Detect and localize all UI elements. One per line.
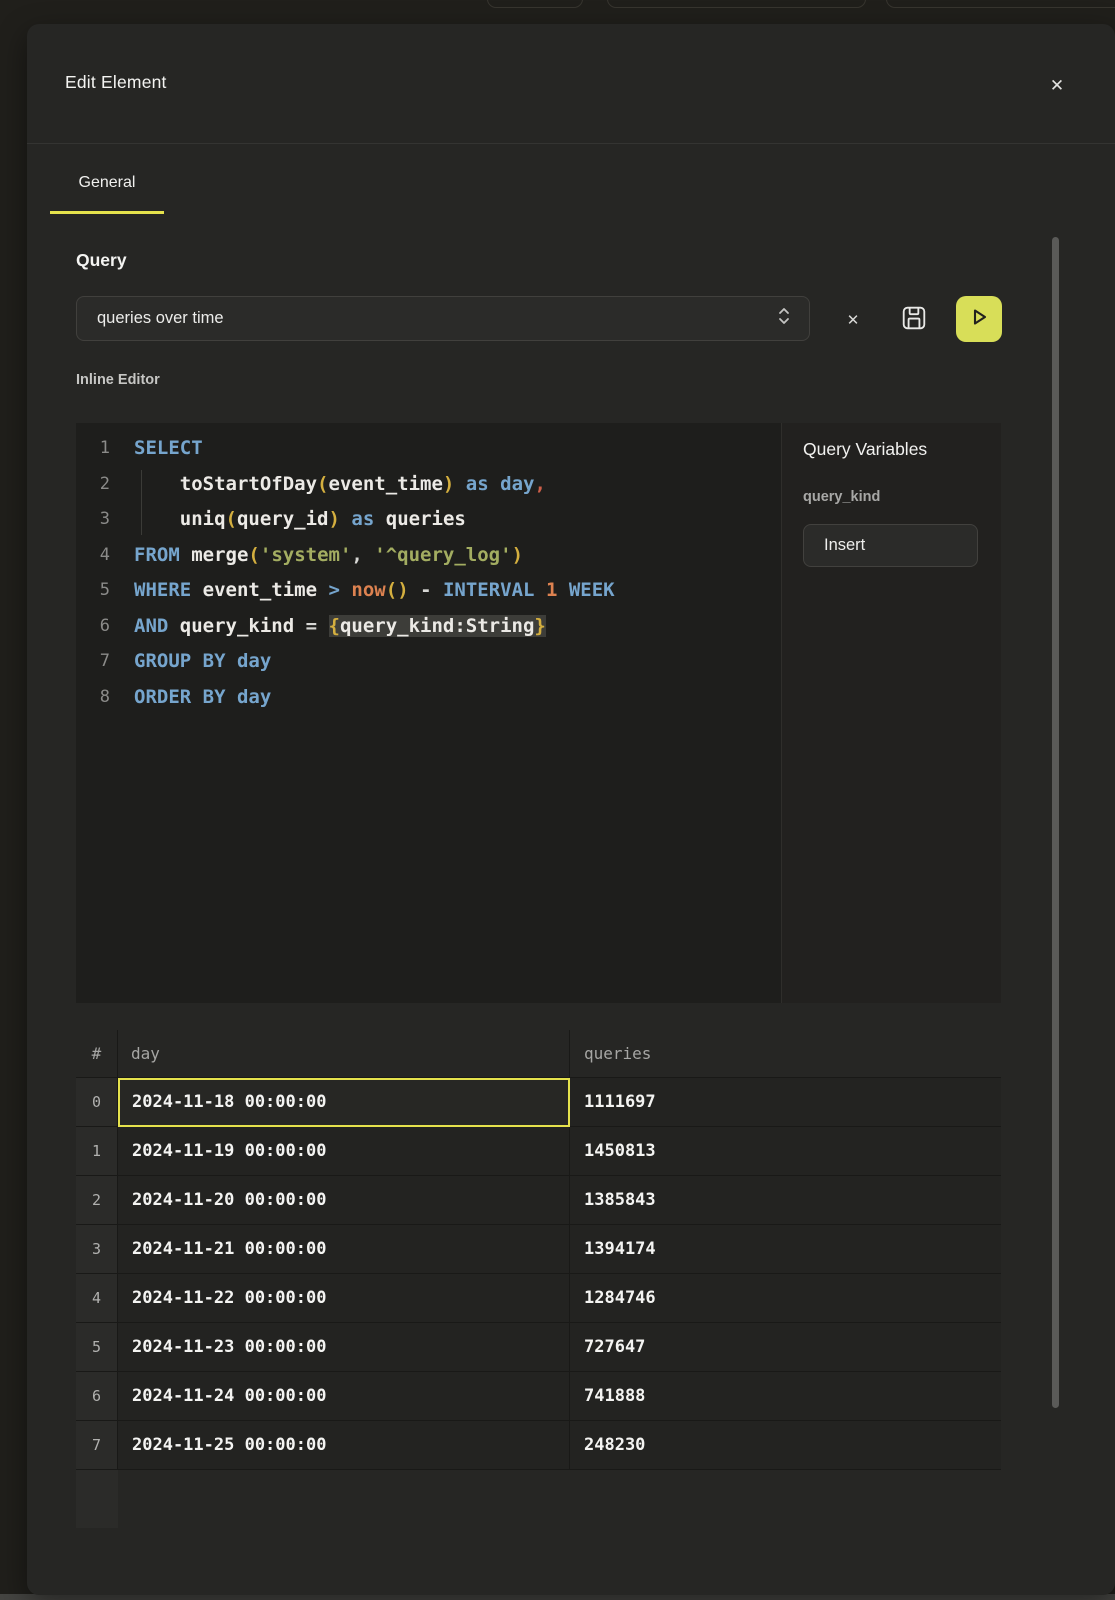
day-cell[interactable]: 2024-11-24 00:00:00 xyxy=(118,1372,570,1421)
queries-cell[interactable]: 248230 xyxy=(570,1421,1001,1470)
day-cell[interactable]: 2024-11-18 00:00:00 xyxy=(118,1078,570,1127)
query-variables-title: Query Variables xyxy=(803,439,927,460)
background-control xyxy=(886,0,1115,8)
run-query-button[interactable] xyxy=(956,296,1002,342)
query-select-value: queries over time xyxy=(97,309,777,328)
modal-title: Edit Element xyxy=(65,72,167,93)
code-line[interactable]: 2 toStartOfDay(event_time) as day, xyxy=(76,467,781,503)
play-icon xyxy=(967,305,991,334)
floppy-save-icon xyxy=(901,305,927,336)
day-cell[interactable]: 2024-11-23 00:00:00 xyxy=(118,1323,570,1372)
background-control xyxy=(607,0,866,8)
table-row: 72024-11-25 00:00:00248230 xyxy=(76,1421,1001,1470)
line-number: 8 xyxy=(76,680,110,716)
table-row: 12024-11-19 00:00:001450813 xyxy=(76,1127,1001,1176)
day-cell[interactable]: 2024-11-22 00:00:00 xyxy=(118,1274,570,1323)
inline-editor-label: Inline Editor xyxy=(76,372,160,388)
row-index-cell: 4 xyxy=(76,1274,118,1323)
clear-query-button[interactable]: ✕ xyxy=(840,307,866,333)
close-icon: ✕ xyxy=(847,311,860,329)
code-line[interactable]: 1SELECT xyxy=(76,431,781,467)
line-number: 5 xyxy=(76,573,110,609)
queries-cell[interactable]: 727647 xyxy=(570,1323,1001,1372)
column-header-index: # xyxy=(76,1030,118,1077)
tab-general[interactable]: General xyxy=(50,174,164,214)
indent-guide xyxy=(141,470,142,535)
code-line[interactable]: 4FROM merge('system', '^query_log') xyxy=(76,538,781,574)
code-lines: 1SELECT2 toStartOfDay(event_time) as day… xyxy=(76,431,781,715)
column-header-queries: queries xyxy=(570,1030,1001,1077)
row-index-cell: 5 xyxy=(76,1323,118,1372)
day-cell[interactable]: 2024-11-21 00:00:00 xyxy=(118,1225,570,1274)
code-line[interactable]: 6AND query_kind = {query_kind:String} xyxy=(76,609,781,645)
queries-cell[interactable]: 1450813 xyxy=(570,1127,1001,1176)
code-line[interactable]: 8ORDER BY day xyxy=(76,680,781,716)
line-number: 7 xyxy=(76,644,110,680)
line-number: 4 xyxy=(76,538,110,574)
row-index-cell: 0 xyxy=(76,1078,118,1127)
code-line[interactable]: 7GROUP BY day xyxy=(76,644,781,680)
row-index-cell: 3 xyxy=(76,1225,118,1274)
table-row: 02024-11-18 00:00:001111697 xyxy=(76,1078,1001,1127)
line-number: 2 xyxy=(76,467,110,503)
results-table: # day queries 02024-11-18 00:00:00111169… xyxy=(76,1030,1001,1528)
results-body: 02024-11-18 00:00:00111169712024-11-19 0… xyxy=(76,1078,1001,1470)
line-number: 3 xyxy=(76,502,110,538)
table-footer-fill xyxy=(118,1470,1001,1528)
table-row: 42024-11-22 00:00:001284746 xyxy=(76,1274,1001,1323)
line-number: 6 xyxy=(76,609,110,645)
variable-name-label: query_kind xyxy=(803,489,880,505)
line-number: 1 xyxy=(76,431,110,467)
close-button[interactable]: ✕ xyxy=(1041,70,1073,102)
code-text: uniq(query_id) as queries xyxy=(110,502,466,538)
insert-variable-button[interactable]: Insert xyxy=(803,524,978,567)
query-select[interactable]: queries over time xyxy=(76,296,810,341)
modal-scrollbar[interactable] xyxy=(1052,237,1059,1408)
chevron-updown-icon xyxy=(777,306,791,331)
queries-cell[interactable]: 1111697 xyxy=(570,1078,1001,1127)
code-text: toStartOfDay(event_time) as day, xyxy=(110,467,546,503)
edit-element-modal: Edit Element ✕ General Query queries ove… xyxy=(27,24,1115,1595)
code-text: GROUP BY day xyxy=(110,644,271,680)
query-variables-panel: Query Variables query_kind Insert xyxy=(781,423,1001,1003)
day-cell[interactable]: 2024-11-25 00:00:00 xyxy=(118,1421,570,1470)
code-text: WHERE event_time > now() - INTERVAL 1 WE… xyxy=(110,573,615,609)
table-footer-index-strip xyxy=(76,1470,118,1528)
save-query-button[interactable] xyxy=(899,305,929,335)
table-row: 22024-11-20 00:00:001385843 xyxy=(76,1176,1001,1225)
row-index-cell: 1 xyxy=(76,1127,118,1176)
page-background: Edit Element ✕ General Query queries ove… xyxy=(0,0,1115,1600)
table-row: 62024-11-24 00:00:00741888 xyxy=(76,1372,1001,1421)
table-row: 32024-11-21 00:00:001394174 xyxy=(76,1225,1001,1274)
code-text: SELECT xyxy=(110,431,203,467)
background-control xyxy=(487,0,583,8)
code-line[interactable]: 3 uniq(query_id) as queries xyxy=(76,502,781,538)
queries-cell[interactable]: 1385843 xyxy=(570,1176,1001,1225)
queries-cell[interactable]: 1284746 xyxy=(570,1274,1001,1323)
code-line[interactable]: 5WHERE event_time > now() - INTERVAL 1 W… xyxy=(76,573,781,609)
table-footer xyxy=(76,1470,1001,1528)
sql-editor[interactable]: 1SELECT2 toStartOfDay(event_time) as day… xyxy=(76,423,781,1003)
code-text: FROM merge('system', '^query_log') xyxy=(110,538,523,574)
row-index-cell: 2 xyxy=(76,1176,118,1225)
queries-cell[interactable]: 741888 xyxy=(570,1372,1001,1421)
query-section-heading: Query xyxy=(76,250,127,271)
column-header-day: day xyxy=(118,1030,570,1077)
day-cell[interactable]: 2024-11-20 00:00:00 xyxy=(118,1176,570,1225)
close-icon: ✕ xyxy=(1050,76,1064,96)
row-index-cell: 6 xyxy=(76,1372,118,1421)
sql-editor-block: 1SELECT2 toStartOfDay(event_time) as day… xyxy=(76,423,1001,1003)
header-divider xyxy=(27,143,1115,144)
table-header-row: # day queries xyxy=(76,1030,1001,1078)
code-text: AND query_kind = {query_kind:String} xyxy=(110,609,546,645)
code-text: ORDER BY day xyxy=(110,680,271,716)
table-row: 52024-11-23 00:00:00727647 xyxy=(76,1323,1001,1372)
day-cell[interactable]: 2024-11-19 00:00:00 xyxy=(118,1127,570,1176)
queries-cell[interactable]: 1394174 xyxy=(570,1225,1001,1274)
row-index-cell: 7 xyxy=(76,1421,118,1470)
